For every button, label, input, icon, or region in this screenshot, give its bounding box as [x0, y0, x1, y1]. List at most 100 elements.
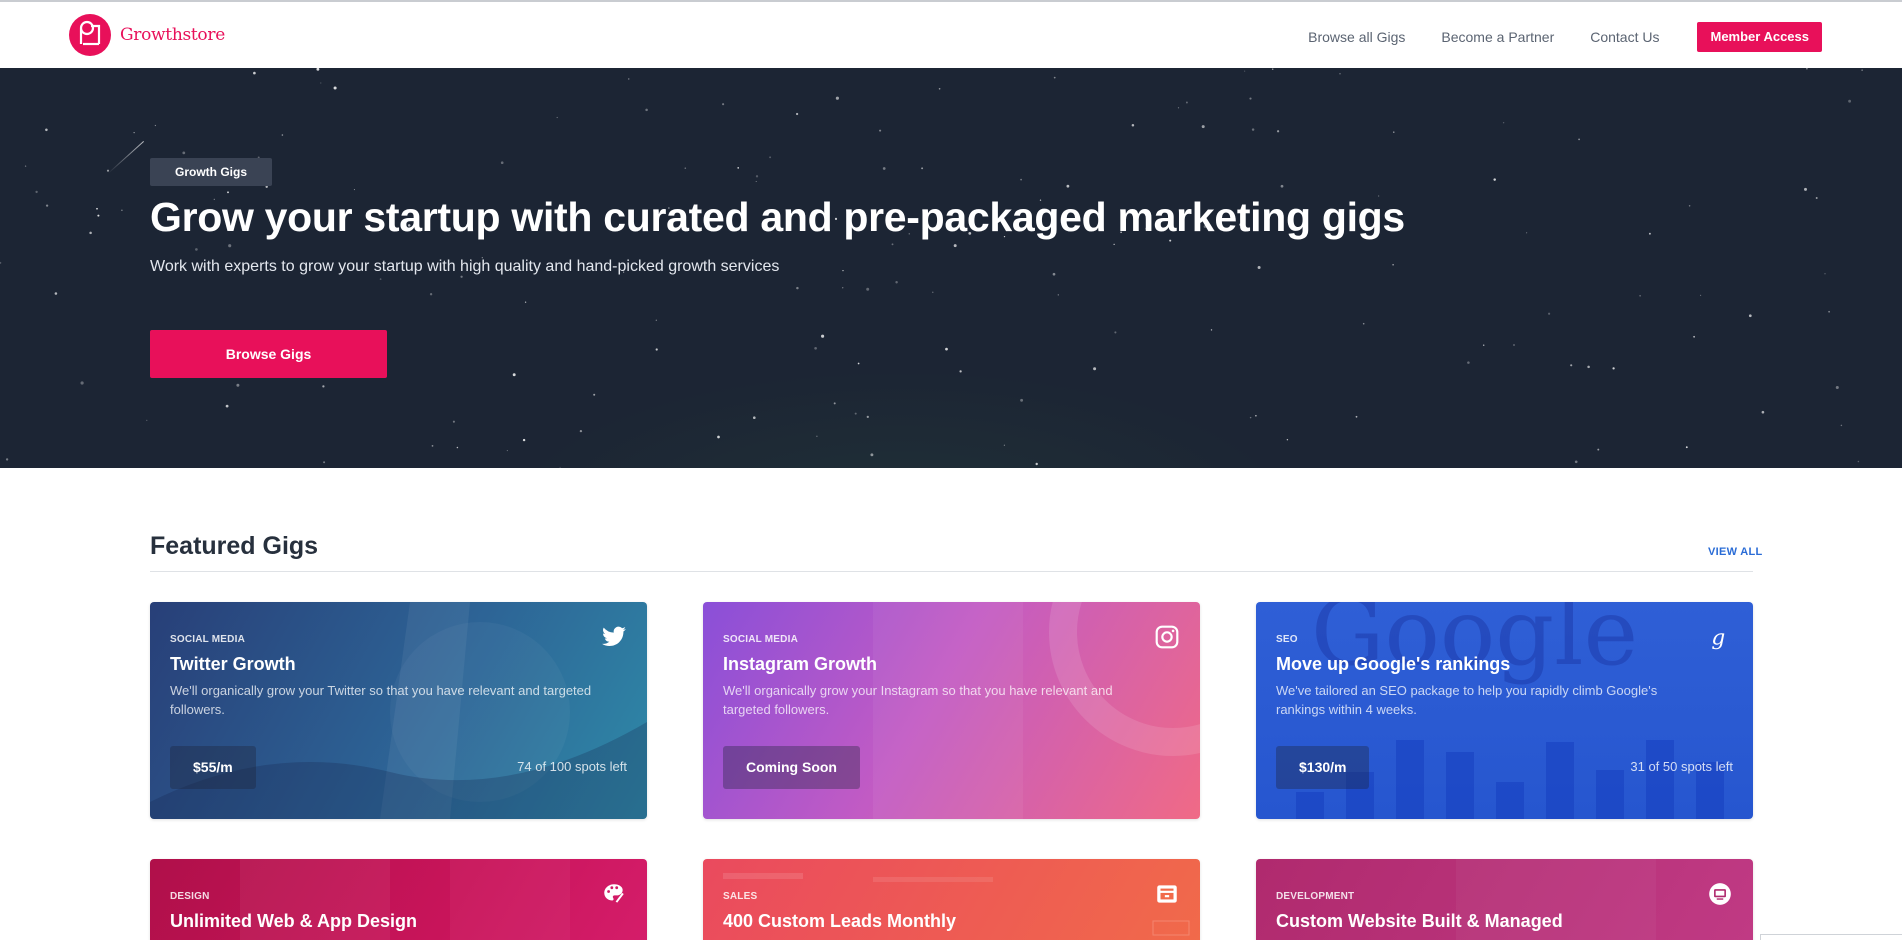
google-icon: g — [1707, 624, 1733, 651]
star — [97, 214, 100, 217]
hero-tag: Growth Gigs — [150, 158, 272, 186]
card-title: Unlimited Web & App Design — [170, 911, 418, 931]
star — [882, 167, 886, 170]
star — [1828, 310, 1830, 313]
star — [821, 334, 825, 338]
star — [655, 348, 658, 351]
star — [227, 191, 229, 194]
star — [1251, 128, 1255, 131]
star — [182, 151, 186, 155]
star — [870, 453, 874, 457]
view-all-link[interactable]: VIEW ALL — [1708, 546, 1763, 558]
card-title: Twitter Growth — [170, 654, 296, 674]
star — [1249, 97, 1252, 100]
star — [24, 165, 27, 167]
star — [1185, 101, 1188, 104]
star — [1052, 272, 1056, 276]
card-description: We'll organically grow your Instagram so… — [723, 683, 1113, 717]
star — [1057, 294, 1059, 296]
card-category: SEO — [1276, 634, 1298, 645]
card-price-button[interactable]: $55/m — [170, 746, 256, 789]
star — [556, 116, 558, 119]
card-category: SOCIAL MEDIA — [723, 634, 798, 645]
browse-gigs-button[interactable]: Browse Gigs — [150, 330, 387, 378]
star — [1597, 448, 1600, 451]
star — [1639, 294, 1641, 297]
star — [1502, 122, 1505, 124]
star — [1276, 130, 1280, 133]
card-category: DESIGN — [170, 891, 210, 902]
star — [722, 103, 725, 106]
star — [796, 286, 799, 290]
star — [1339, 73, 1341, 75]
star — [281, 134, 284, 136]
star — [522, 438, 526, 442]
star — [1835, 385, 1839, 390]
star — [316, 68, 320, 71]
star — [500, 161, 504, 165]
star — [236, 383, 240, 387]
star — [460, 275, 463, 278]
gig-card-seo-rankings[interactable]: Google g SEO Move up Google's rankings W… — [1256, 602, 1753, 819]
star — [1131, 124, 1135, 127]
star — [5, 458, 9, 461]
nav-browse-all-gigs[interactable]: Browse all Gigs — [1308, 21, 1405, 53]
star — [1861, 69, 1863, 71]
gig-card-twitter-growth[interactable]: SOCIAL MEDIA Twitter Growth We'll organi… — [150, 602, 647, 819]
star — [842, 287, 844, 289]
star — [96, 207, 98, 210]
card-title: Move up Google's rankings — [1276, 654, 1511, 674]
star — [628, 78, 630, 80]
star — [579, 429, 583, 433]
star — [737, 167, 740, 169]
logo-mark-icon — [69, 14, 111, 56]
nav-become-partner[interactable]: Become a Partner — [1441, 21, 1554, 53]
card-price-button[interactable]: $130/m — [1276, 746, 1370, 789]
star — [814, 346, 817, 350]
star — [323, 461, 326, 464]
hero-subtitle: Work with experts to grow your startup w… — [150, 258, 780, 275]
star — [755, 181, 757, 182]
star — [1513, 344, 1515, 346]
gig-card-custom-leads[interactable]: SALES 400 Custom Leads Monthly — [703, 859, 1200, 940]
main-nav: Browse all Gigs Become a Partner Contact… — [1272, 21, 1822, 53]
brand-logo[interactable]: Growthstore — [69, 14, 225, 56]
gig-card-custom-website[interactable]: DEVELOPMENT Custom Website Built & Manag… — [1256, 859, 1753, 940]
star — [45, 128, 48, 132]
inbox-icon — [1154, 881, 1180, 907]
star — [1020, 178, 1022, 181]
card-category: SALES — [723, 891, 758, 902]
star — [1761, 410, 1765, 414]
star — [1748, 314, 1752, 318]
star — [755, 175, 759, 178]
gig-card-web-app-design[interactable]: DESIGN Unlimited Web & App Design — [150, 859, 647, 940]
star — [1257, 266, 1261, 269]
star — [333, 86, 337, 90]
card-spots-left: 31 of 50 spots left — [1630, 759, 1733, 774]
star — [655, 319, 657, 321]
star — [322, 385, 325, 388]
member-access-button[interactable]: Member Access — [1697, 22, 1822, 52]
hero-title: Grow your startup with curated and pre-p… — [150, 194, 1405, 240]
star — [1249, 416, 1252, 419]
star — [866, 415, 869, 419]
card-description: We'll organically grow your Twitter so t… — [170, 683, 592, 717]
star — [1612, 367, 1615, 370]
star — [1093, 367, 1097, 371]
coming-soon-button[interactable]: Coming Soon — [723, 746, 860, 789]
star — [953, 244, 957, 248]
star — [857, 362, 860, 365]
star — [228, 244, 232, 248]
star — [429, 293, 433, 296]
star — [1574, 460, 1578, 464]
star — [1648, 232, 1651, 235]
nav-contact-us[interactable]: Contact Us — [1590, 21, 1659, 53]
star — [1066, 184, 1070, 188]
star — [1848, 99, 1852, 103]
star — [717, 435, 720, 439]
star — [1493, 178, 1496, 181]
star — [753, 416, 756, 420]
gig-card-instagram-growth[interactable]: SOCIAL MEDIA Instagram Growth We'll orga… — [703, 602, 1200, 819]
star — [1806, 68, 1808, 70]
instagram-icon — [1154, 624, 1180, 650]
